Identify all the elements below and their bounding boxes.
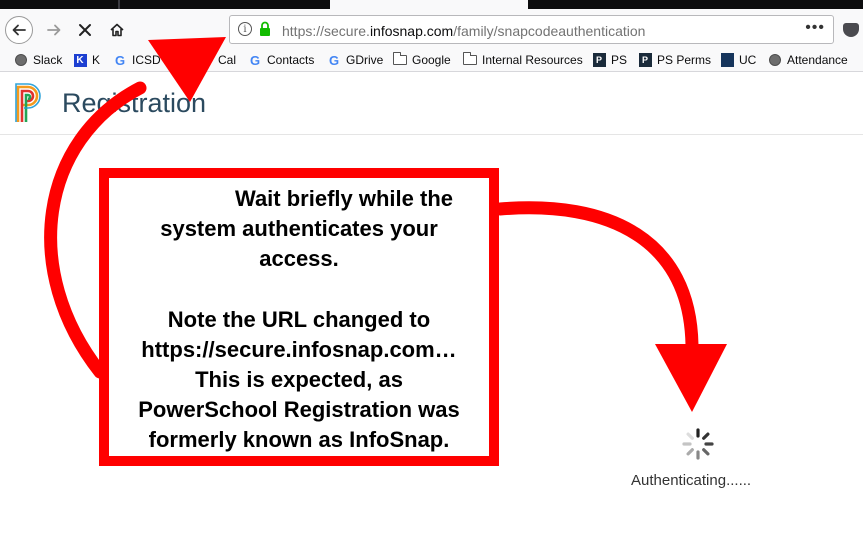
arrow-to-url-head — [148, 37, 226, 102]
callout-line-6: This is expected, as — [195, 367, 403, 392]
callout-line-8: formerly known as InfoSnap. — [148, 427, 450, 452]
callout-line-1: Wait briefly while the — [235, 186, 453, 211]
callout-line-7: PowerSchool Registration was — [138, 397, 460, 422]
arrow-to-spinner-head — [655, 344, 727, 412]
callout-line-3: access. — [259, 246, 339, 271]
arrow-to-spinner-shaft — [493, 201, 699, 352]
callout-line-4: Note the URL changed to — [167, 307, 431, 332]
annotation-callout: Wait briefly while the system authentica… — [99, 168, 499, 466]
callout-line-5: https://secure.infosnap.com… — [141, 337, 457, 362]
callout-line-2: system authenticates your — [160, 216, 438, 241]
